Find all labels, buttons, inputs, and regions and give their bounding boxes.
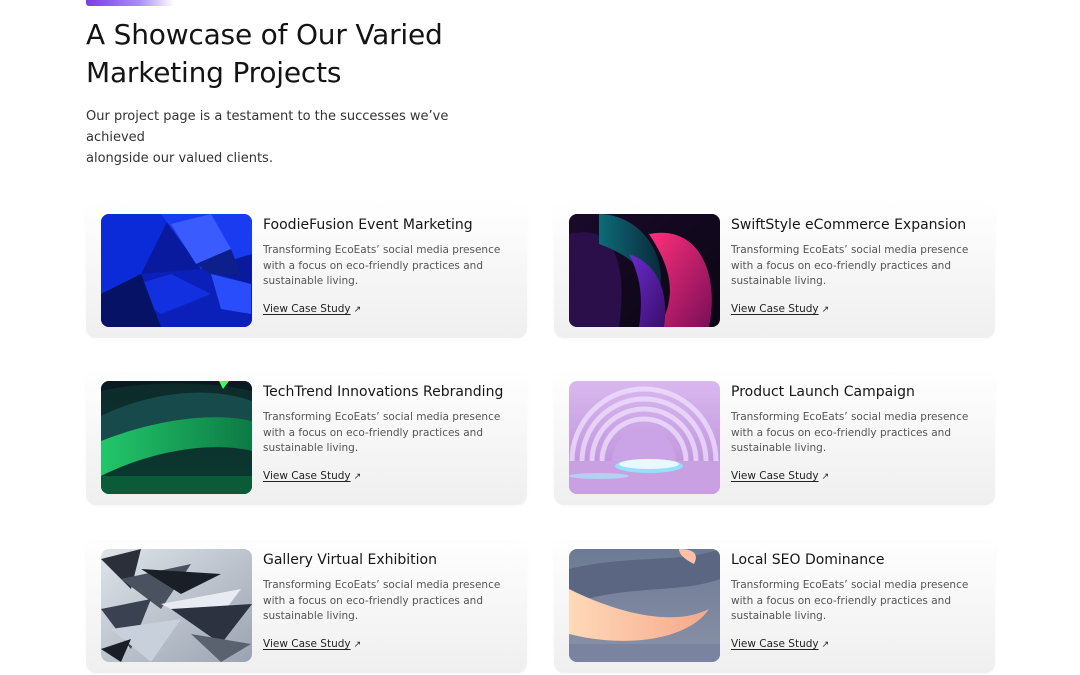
project-image-silver-shards — [101, 549, 252, 662]
project-title: Gallery Virtual Exhibition — [263, 552, 437, 568]
project-description: Transforming EcoEats’ social media prese… — [731, 243, 981, 290]
project-title: Local SEO Dominance — [731, 552, 885, 568]
section-heading: A Showcase of Our Varied Marketing Proje… — [86, 16, 506, 92]
link-label: View Case Study — [731, 303, 819, 315]
view-case-study-link[interactable]: View Case Study ↗ — [263, 302, 361, 317]
link-label: View Case Study — [731, 638, 819, 650]
description-line: Transforming EcoEats’ social media prese… — [263, 579, 501, 591]
projects-section: A Showcase of Our Varied Marketing Proje… — [0, 0, 1080, 675]
description-line: with a focus on eco-friendly practices a… — [263, 426, 483, 439]
arrow-up-right-icon: ↗ — [821, 472, 830, 482]
view-case-study-link[interactable]: View Case Study ↗ — [263, 637, 361, 652]
project-card: TechTrend Innovations Rebranding Transfo… — [86, 369, 527, 505]
description-line: sustainable living. — [263, 610, 359, 622]
description-line: sustainable living. — [263, 442, 359, 454]
project-description: Transforming EcoEats’ social media prese… — [263, 410, 513, 457]
arrow-up-right-icon: ↗ — [821, 305, 830, 315]
description-line: sustainable living. — [263, 275, 359, 287]
project-description: Transforming EcoEats’ social media prese… — [731, 578, 981, 625]
description-line: Transforming EcoEats’ social media prese… — [263, 244, 501, 256]
description-line: with a focus on eco-friendly practices a… — [731, 259, 951, 272]
project-image-green-wave — [101, 381, 252, 494]
project-card: FoodieFusion Event Marketing Transformin… — [86, 202, 527, 338]
project-image-lilac-arches — [569, 381, 720, 494]
project-card: Product Launch Campaign Transforming Eco… — [554, 369, 995, 505]
description-line: with a focus on eco-friendly practices a… — [263, 259, 483, 272]
project-image-blue-blocks — [101, 214, 252, 327]
description-line: Transforming EcoEats’ social media prese… — [731, 244, 969, 256]
intro-line: Our project page is a testament to the s… — [86, 109, 449, 145]
view-case-study-link[interactable]: View Case Study ↗ — [263, 469, 361, 484]
description-line: with a focus on eco-friendly practices a… — [263, 594, 483, 607]
project-title: TechTrend Innovations Rebranding — [263, 384, 504, 400]
description-line: Transforming EcoEats’ social media prese… — [731, 411, 969, 423]
description-line: Transforming EcoEats’ social media prese… — [731, 579, 969, 591]
description-line: with a focus on eco-friendly practices a… — [731, 426, 951, 439]
heading-line: Marketing Projects — [86, 56, 342, 89]
project-description: Transforming EcoEats’ social media prese… — [731, 410, 981, 457]
project-image-magenta-swirl — [569, 214, 720, 327]
project-image-peach-ribbon — [569, 549, 720, 662]
project-description: Transforming EcoEats’ social media prese… — [263, 578, 513, 625]
description-line: sustainable living. — [731, 610, 827, 622]
project-title: SwiftStyle eCommerce Expansion — [731, 217, 967, 233]
view-case-study-link[interactable]: View Case Study ↗ — [731, 637, 829, 652]
link-label: View Case Study — [263, 470, 351, 482]
link-label: View Case Study — [263, 303, 351, 315]
arrow-up-right-icon: ↗ — [821, 640, 830, 650]
link-label: View Case Study — [731, 470, 819, 482]
arrow-up-right-icon: ↗ — [353, 472, 362, 482]
project-description: Transforming EcoEats’ social media prese… — [263, 243, 513, 290]
project-title: FoodieFusion Event Marketing — [263, 217, 473, 233]
project-card: SwiftStyle eCommerce Expansion Transform… — [554, 202, 995, 338]
arrow-up-right-icon: ↗ — [353, 305, 362, 315]
description-line: Transforming EcoEats’ social media prese… — [263, 411, 501, 423]
link-label: View Case Study — [263, 638, 351, 650]
project-card: Gallery Virtual Exhibition Transforming … — [86, 537, 527, 673]
description-line: sustainable living. — [731, 442, 827, 454]
description-line: with a focus on eco-friendly practices a… — [731, 594, 951, 607]
section-intro: Our project page is a testament to the s… — [86, 106, 496, 169]
project-title: Product Launch Campaign — [731, 384, 915, 400]
arrow-up-right-icon: ↗ — [353, 640, 362, 650]
description-line: sustainable living. — [731, 275, 827, 287]
accent-bar — [86, 0, 174, 6]
view-case-study-link[interactable]: View Case Study ↗ — [731, 469, 829, 484]
heading-line: A Showcase of Our Varied — [86, 18, 443, 51]
intro-line: alongside our valued clients. — [86, 151, 273, 166]
view-case-study-link[interactable]: View Case Study ↗ — [731, 302, 829, 317]
project-card: Local SEO Dominance Transforming EcoEats… — [554, 537, 995, 673]
